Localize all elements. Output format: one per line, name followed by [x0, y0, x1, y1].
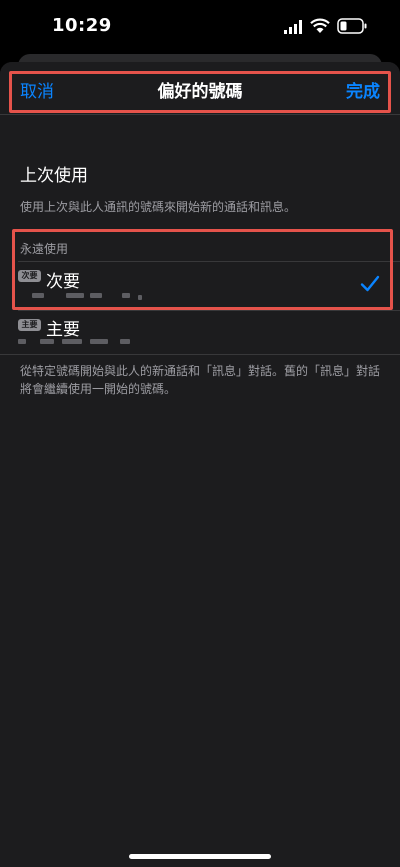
- checkmark-icon: [360, 275, 380, 292]
- last-used-option[interactable]: 上次使用: [0, 150, 400, 192]
- always-use-footnote: 從特定號碼開始與此人的新通話和「訊息」對話。舊的「訊息」對話將會繼續使用一開始的…: [20, 364, 381, 396]
- redacted-number: [138, 295, 142, 300]
- cellular-signal-icon: [284, 20, 302, 34]
- option-primary[interactable]: 主要 主要: [0, 312, 400, 356]
- option-secondary-label: 次要: [46, 272, 80, 292]
- redacted-number: [40, 339, 54, 344]
- last-used-footnote: 使用上次與此人通訊的號碼來開始新的通話和訊息。: [20, 200, 297, 214]
- redacted-number: [32, 293, 44, 298]
- redacted-number: [90, 339, 108, 344]
- battery-icon: [337, 18, 367, 34]
- done-button[interactable]: 完成: [346, 77, 380, 102]
- last-used-label: 上次使用: [20, 166, 88, 186]
- option-primary-label: 主要: [46, 320, 80, 340]
- always-use-header: 永遠使用: [20, 242, 69, 256]
- divider: [18, 310, 400, 311]
- primary-badge: 主要: [18, 319, 41, 331]
- page-title: 偏好的號碼: [157, 82, 243, 102]
- wifi-icon: [310, 18, 330, 33]
- divider: [0, 114, 400, 115]
- divider: [0, 354, 400, 355]
- redacted-number: [120, 339, 130, 344]
- secondary-badge: 次要: [18, 270, 41, 282]
- home-indicator[interactable]: [129, 854, 271, 859]
- redacted-number: [90, 293, 102, 298]
- status-bar: 10:29: [0, 0, 400, 54]
- redacted-number: [122, 293, 130, 298]
- redacted-number: [62, 339, 82, 344]
- status-time: 10:29: [52, 15, 112, 36]
- redacted-number: [66, 293, 84, 298]
- navigation-bar: 取消 偏好的號碼 完成: [0, 62, 400, 114]
- redacted-number: [18, 339, 26, 344]
- option-secondary[interactable]: 次要 次要: [0, 262, 400, 308]
